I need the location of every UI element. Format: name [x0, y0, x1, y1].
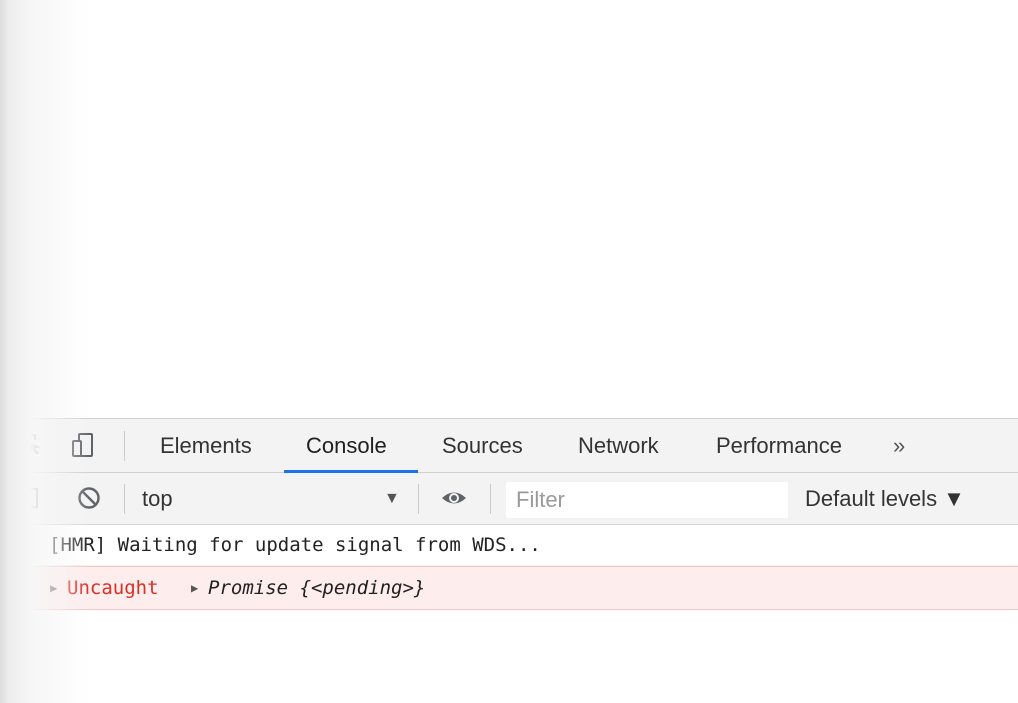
toolbar-divider-3 [490, 484, 491, 514]
tab-bar-divider [124, 431, 125, 461]
device-toolbar-icon[interactable] [70, 432, 96, 458]
console-log-message: [HMR] Waiting for update signal from WDS… [0, 525, 1018, 566]
console-error-message[interactable]: ▶ Uncaught ▶ Promise {<pending>} [0, 566, 1018, 610]
tab-console[interactable]: Console [306, 419, 387, 473]
toolbar-divider-1 [124, 484, 125, 514]
devtools-tab-bar: Elements Console Sources Network Perform… [0, 419, 1018, 473]
toolbar-divider-2 [418, 484, 419, 514]
page-viewport [0, 0, 1018, 418]
console-toolbar: top ▼ Default levels ▼ [0, 473, 1018, 525]
tab-network[interactable]: Network [578, 419, 659, 473]
log-levels-dropdown[interactable]: Default levels ▼ [805, 473, 965, 525]
error-icon [11, 579, 29, 597]
console-messages: [HMR] Waiting for update signal from WDS… [0, 525, 1018, 650]
more-tabs-button[interactable]: » [893, 419, 905, 473]
live-expression-eye-icon[interactable] [440, 485, 466, 511]
prompt-caret-icon: › [14, 618, 27, 642]
screenshot-frame: Elements Console Sources Network Perform… [0, 0, 1018, 703]
error-promise-value: Promise {<pending>} [208, 577, 426, 599]
context-selector[interactable]: top [142, 473, 173, 525]
expand-promise-triangle-icon[interactable]: ▶ [191, 567, 198, 609]
toggle-sidebar-icon[interactable] [14, 485, 40, 511]
tab-elements[interactable]: Elements [160, 419, 252, 473]
clear-console-icon[interactable] [76, 485, 102, 511]
expand-error-triangle-icon[interactable]: ▶ [50, 567, 57, 609]
filter-input[interactable] [506, 482, 788, 518]
inspect-element-icon[interactable] [18, 432, 44, 458]
console-prompt[interactable]: › [0, 610, 1018, 650]
devtools-panel: Elements Console Sources Network Perform… [0, 418, 1018, 703]
tab-sources[interactable]: Sources [442, 419, 523, 473]
tab-performance[interactable]: Performance [716, 419, 842, 473]
error-label: Uncaught [67, 577, 159, 599]
log-message-text: [HMR] Waiting for update signal from WDS… [49, 534, 541, 556]
context-dropdown-arrow-icon[interactable]: ▼ [384, 473, 400, 525]
